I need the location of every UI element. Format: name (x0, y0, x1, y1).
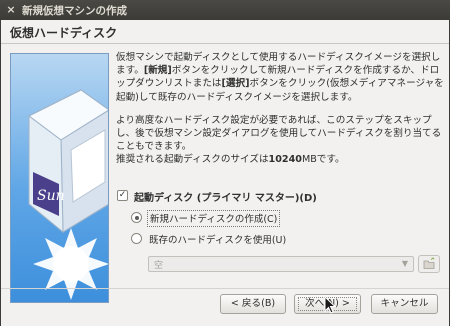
window-title: 新規仮想マシンの作成 (22, 5, 127, 17)
existing-disk-radio[interactable] (131, 233, 142, 244)
existing-disk-dropdown[interactable]: 空 ▼ (148, 256, 414, 272)
page-header: 仮想ハードディスク (1, 20, 449, 44)
page-title: 仮想ハードディスク (10, 26, 118, 40)
wizard-dialog: 仮想ハードディスク Sun 仮想マシンで起動ディスクとして使用するハードディスク… (0, 20, 450, 326)
sun-logo-text: Sun (37, 188, 65, 204)
new-disk-label[interactable]: 新規ハードディスクの作成(C) (147, 210, 281, 227)
boot-disk-checkbox[interactable]: ✓ (117, 190, 128, 201)
close-icon[interactable]: × (4, 3, 18, 17)
virtualbox-cube-illustration: Sun (28, 89, 108, 300)
chevron-down-icon: ▼ (401, 259, 408, 268)
back-button[interactable]: < 戻る(B) (220, 294, 286, 314)
advanced-note-paragraph: より高度なハードディスク設定が必要であれば、このステップをスキップし、後で仮想マ… (116, 115, 442, 153)
cancel-button[interactable]: キャンセル (371, 294, 438, 314)
virtualbox-banner-image: Sun (10, 53, 109, 303)
intro-paragraph: 仮想マシンで起動ディスクとして使用するハードディスクイメージを選択します。[新規… (116, 52, 444, 103)
recommended-size-text: 推奨される起動ディスクのサイズは10240MBです。 (116, 154, 345, 165)
browse-disk-button[interactable] (418, 255, 440, 273)
dropdown-value: 空 (154, 261, 164, 271)
existing-disk-label[interactable]: 既存のハードディスクを使用(U) (147, 232, 288, 246)
mouse-pointer-icon (324, 296, 337, 314)
folder-icon (423, 257, 435, 269)
starburst-icon (33, 228, 108, 300)
footer-separator (1, 288, 449, 289)
new-disk-radio[interactable] (131, 212, 142, 223)
boot-disk-label[interactable]: 起動ディスク (プライマリ マスター)(D) (134, 189, 317, 204)
window-titlebar: × 新規仮想マシンの作成 (0, 0, 450, 20)
